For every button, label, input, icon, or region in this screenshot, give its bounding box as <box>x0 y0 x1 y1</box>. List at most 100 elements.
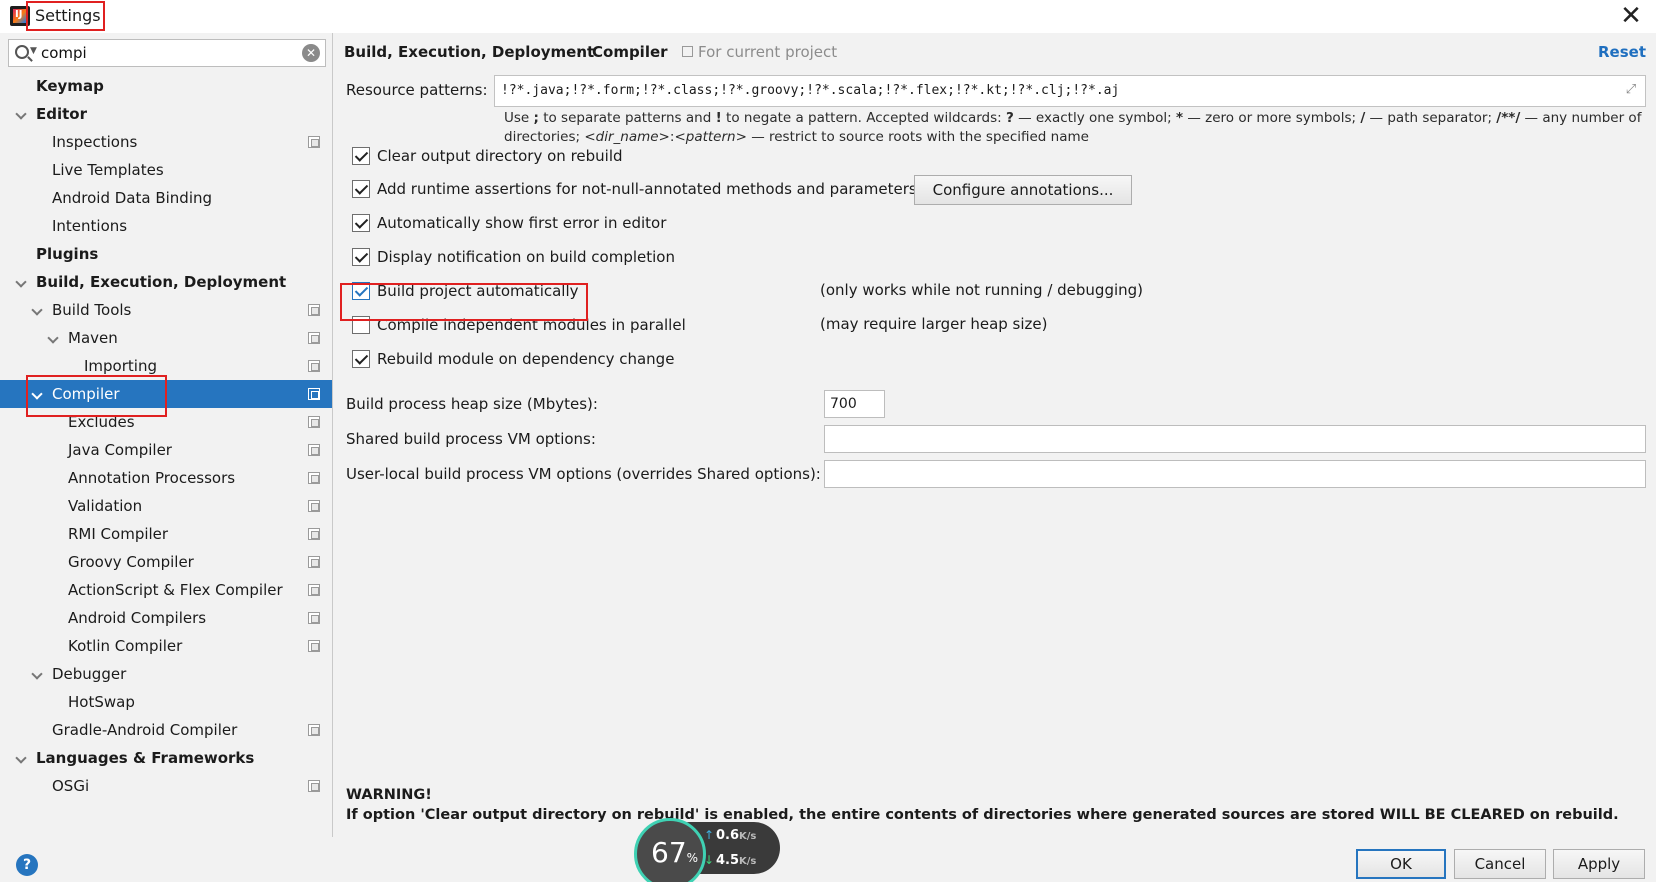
tree-item-build-tools[interactable]: Build Tools <box>0 296 332 324</box>
close-icon[interactable]: ✕ <box>1616 2 1646 30</box>
build-auto-checkbox[interactable] <box>352 282 370 300</box>
chevron-down-icon[interactable] <box>31 668 43 680</box>
tree-item-label: Groovy Compiler <box>68 553 194 571</box>
tree-item-gradle-android-compiler[interactable]: Gradle-Android Compiler <box>0 716 332 744</box>
tree-item-keymap[interactable]: Keymap <box>0 72 332 100</box>
tree-item-label: Android Compilers <box>68 609 207 627</box>
compile-parallel-note: (may require larger heap size) <box>820 315 1048 333</box>
project-scope-icon <box>308 136 320 148</box>
breadcrumb-separator: › <box>576 42 583 60</box>
tree-item-label: Keymap <box>36 77 104 95</box>
upload-speed: 0.6K/s <box>716 828 757 843</box>
tree-item-hotswap[interactable]: HotSwap <box>0 688 332 716</box>
runtime-assertions-label: Add runtime assertions for not-null-anno… <box>377 180 917 198</box>
runtime-assertions-checkbox[interactable] <box>352 180 370 198</box>
tree-item-label: Editor <box>36 105 87 123</box>
project-scope-icon <box>308 556 320 568</box>
tree-item-annotation-processors[interactable]: Annotation Processors <box>0 464 332 492</box>
tree-item-compiler[interactable]: Compiler <box>0 380 332 408</box>
chevron-down-icon[interactable] <box>15 752 27 764</box>
help-icon[interactable]: ? <box>16 854 38 876</box>
tree-item-intentions[interactable]: Intentions <box>0 212 332 240</box>
settings-content: Build, Execution, Deployment › Compiler … <box>334 33 1656 837</box>
project-scope-icon <box>308 584 320 596</box>
clear-output-checkbox[interactable] <box>352 147 370 165</box>
tree-item-languages-frameworks[interactable]: Languages & Frameworks <box>0 744 332 772</box>
project-scope-icon <box>308 360 320 372</box>
rebuild-dependency-checkbox[interactable] <box>352 350 370 368</box>
heap-size-label: Build process heap size (Mbytes): <box>346 395 598 413</box>
resource-patterns-value: !?*.java;!?*.form;!?*.class;!?*.groovy;!… <box>501 83 1120 98</box>
tree-item-build-execution-deployment[interactable]: Build, Execution, Deployment <box>0 268 332 296</box>
notify-build-checkbox[interactable] <box>352 248 370 266</box>
tree-item-validation[interactable]: Validation <box>0 492 332 520</box>
configure-annotations-button[interactable]: Configure annotations... <box>914 175 1132 205</box>
tree-item-debugger[interactable]: Debugger <box>0 660 332 688</box>
chevron-down-icon[interactable] <box>31 304 43 316</box>
tree-item-kotlin-compiler[interactable]: Kotlin Compiler <box>0 632 332 660</box>
chevron-down-icon[interactable] <box>15 108 27 120</box>
chevron-down-icon[interactable]: ▼ <box>30 46 37 56</box>
network-speed-widget[interactable]: 67% ↑ 0.6K/s ↓ 4.5K/s <box>634 818 784 882</box>
tree-item-rmi-compiler[interactable]: RMI Compiler <box>0 520 332 548</box>
intellij-logo-icon <box>10 6 30 26</box>
tree-item-plugins[interactable]: Plugins <box>0 240 332 268</box>
compile-parallel-label: Compile independent modules in parallel <box>377 316 686 334</box>
tree-item-label: Live Templates <box>52 161 164 179</box>
shared-vm-options-input[interactable] <box>824 425 1646 453</box>
reset-link[interactable]: Reset <box>1598 43 1646 61</box>
project-scope-icon <box>308 612 320 624</box>
user-vm-options-input[interactable] <box>824 460 1646 488</box>
clear-search-icon[interactable]: ✕ <box>302 44 320 62</box>
project-scope-icon <box>308 640 320 652</box>
tree-item-editor[interactable]: Editor <box>0 100 332 128</box>
resource-patterns-input[interactable]: !?*.java;!?*.form;!?*.class;!?*.groovy;!… <box>494 75 1646 107</box>
scope-label: For current project <box>698 43 838 61</box>
tree-item-java-compiler[interactable]: Java Compiler <box>0 436 332 464</box>
tree-item-osgi[interactable]: OSGi <box>0 772 332 800</box>
compile-parallel-checkbox[interactable] <box>352 316 370 334</box>
cancel-button[interactable]: Cancel <box>1454 849 1546 879</box>
breadcrumb-current: Compiler <box>592 43 668 61</box>
chevron-down-icon[interactable] <box>15 276 27 288</box>
settings-sidebar: ▼ ✕ Keymap Editor Inspections Live Templ… <box>0 33 333 837</box>
tree-item-label: Plugins <box>36 245 99 263</box>
heap-size-input[interactable]: 700 <box>824 390 885 418</box>
project-scope-icon <box>308 472 320 484</box>
tree-item-label: Build Tools <box>52 301 132 319</box>
project-scope-icon <box>308 500 320 512</box>
apply-button[interactable]: Apply <box>1553 849 1645 879</box>
project-scope-icon <box>308 528 320 540</box>
tree-item-label: Importing <box>84 357 157 375</box>
tree-item-actionscript-flex-compiler[interactable]: ActionScript & Flex Compiler <box>0 576 332 604</box>
tree-item-label: Intentions <box>52 217 128 235</box>
settings-search-box[interactable]: ▼ ✕ <box>8 39 326 67</box>
shared-vm-options-label: Shared build process VM options: <box>346 430 596 448</box>
tree-item-importing[interactable]: Importing <box>0 352 332 380</box>
search-input[interactable] <box>41 42 301 64</box>
tree-item-live-templates[interactable]: Live Templates <box>0 156 332 184</box>
search-icon[interactable] <box>15 45 29 59</box>
chevron-down-icon[interactable] <box>47 332 59 344</box>
clear-output-label: Clear output directory on rebuild <box>377 147 623 165</box>
tree-item-android-compilers[interactable]: Android Compilers <box>0 604 332 632</box>
tree-item-excludes[interactable]: Excludes <box>0 408 332 436</box>
tree-item-inspections[interactable]: Inspections <box>0 128 332 156</box>
project-scope-icon <box>308 332 320 344</box>
usage-percent: 67% <box>651 836 699 869</box>
upload-arrow-icon: ↑ <box>704 828 715 842</box>
project-scope-icon <box>308 304 320 316</box>
show-first-error-checkbox[interactable] <box>352 214 370 232</box>
tree-item-label: Build, Execution, Deployment <box>36 273 287 291</box>
chevron-down-icon[interactable] <box>31 388 43 400</box>
project-scope-icon <box>682 46 693 57</box>
expand-icon[interactable]: ⤢ <box>1623 82 1639 98</box>
window-title: Settings <box>35 6 101 25</box>
tree-item-android-data-binding[interactable]: Android Data Binding <box>0 184 332 212</box>
tree-item-groovy-compiler[interactable]: Groovy Compiler <box>0 548 332 576</box>
project-scope-icon <box>308 444 320 456</box>
tree-item-label: Inspections <box>52 133 138 151</box>
tree-item-label: Gradle-Android Compiler <box>52 721 238 739</box>
tree-item-maven[interactable]: Maven <box>0 324 332 352</box>
ok-button[interactable]: OK <box>1356 849 1446 879</box>
